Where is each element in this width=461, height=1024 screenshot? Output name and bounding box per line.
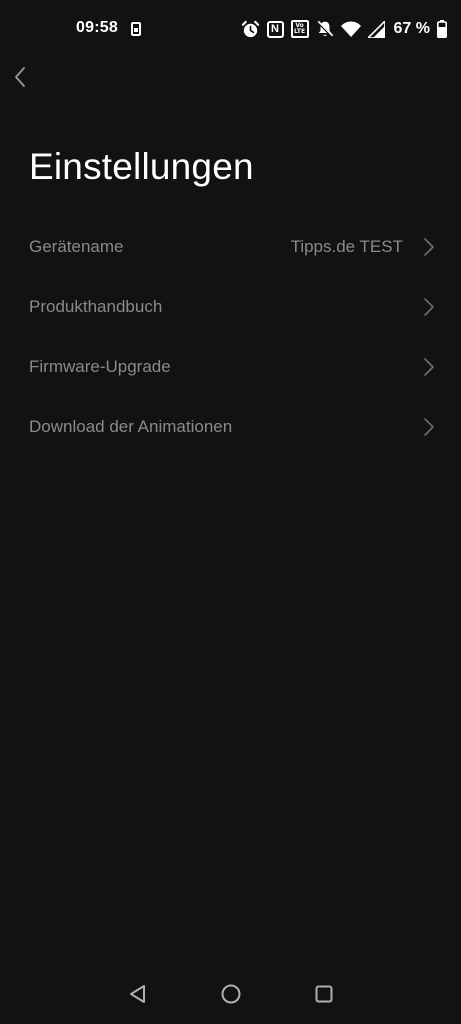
settings-item-product-manual[interactable]: Produkthandbuch xyxy=(0,277,461,337)
nfc-icon: N xyxy=(266,20,284,38)
settings-item-device-name[interactable]: Gerätename Tipps.de TEST xyxy=(0,217,461,277)
settings-item-label: Firmware-Upgrade xyxy=(29,357,171,376)
page-title: Einstellungen xyxy=(29,146,254,187)
settings-item-label: Gerätename xyxy=(29,237,124,256)
status-time: 09:58 xyxy=(76,19,118,36)
back-button[interactable] xyxy=(6,62,34,92)
chevron-right-icon xyxy=(424,358,434,376)
settings-screen: 09:58 N Vo LTE 67 % Einstellungen Geräte… xyxy=(0,0,461,1024)
volte-bottom-text: LTE xyxy=(294,28,306,35)
wifi-icon xyxy=(340,21,361,37)
nav-home-button[interactable] xyxy=(219,982,243,1006)
settings-list: Gerätename Tipps.de TEST Produkthandbuch… xyxy=(0,217,461,457)
chevron-left-icon xyxy=(15,67,25,87)
settings-item-firmware-upgrade[interactable]: Firmware-Upgrade xyxy=(0,337,461,397)
alarm-icon xyxy=(241,20,259,37)
battery-text: 67 % xyxy=(393,20,430,37)
nav-back-icon xyxy=(130,985,145,1003)
bell-off-icon xyxy=(316,20,333,38)
status-icons: N Vo LTE 67 % xyxy=(241,17,447,41)
chevron-right-icon xyxy=(424,418,434,436)
nav-home-icon xyxy=(221,984,241,1004)
battery-icon xyxy=(437,20,447,38)
chevron-right-icon xyxy=(424,238,434,256)
settings-item-label: Download der Animationen xyxy=(29,417,233,436)
settings-item-value: Tipps.de TEST xyxy=(290,237,403,256)
signal-icon xyxy=(367,20,385,38)
status-bar: 09:58 N Vo LTE 67 % xyxy=(0,0,461,56)
chevron-right-icon xyxy=(424,298,434,316)
settings-item-label: Produkthandbuch xyxy=(29,297,163,316)
sim-icon xyxy=(131,22,141,36)
settings-item-download-animations[interactable]: Download der Animationen xyxy=(0,397,461,457)
volte-icon: Vo LTE xyxy=(290,20,309,38)
nav-recents-button[interactable] xyxy=(312,982,336,1006)
navigation-bar xyxy=(0,970,461,1020)
nav-back-button[interactable] xyxy=(126,982,150,1006)
nav-recents-icon xyxy=(315,985,333,1003)
